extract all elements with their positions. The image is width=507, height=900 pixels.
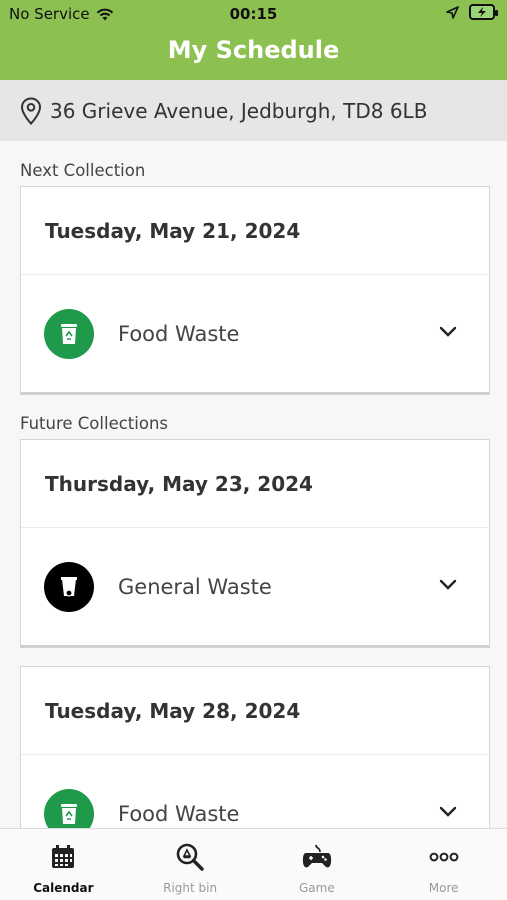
next-collection-label: Next Collection (20, 161, 146, 180)
status-right (446, 4, 498, 20)
tab-more[interactable]: More (380, 829, 507, 900)
future-collection-card: Thursday, May 23, 2024 General Waste (20, 439, 490, 648)
address-bar[interactable]: 36 Grieve Avenue, Jedburgh, TD8 6LB (0, 80, 507, 141)
tab-label: More (428, 881, 459, 895)
chevron-down-icon[interactable] (439, 806, 457, 818)
next-collection-card: Tuesday, May 21, 2024 Food Waste (20, 186, 490, 395)
status-time: 00:15 (229, 5, 278, 23)
future-collections-label: Future Collections (20, 414, 169, 433)
food-waste-bin-icon (44, 308, 94, 359)
chevron-down-icon[interactable] (439, 579, 457, 591)
collection-date: Thursday, May 23, 2024 (21, 440, 489, 528)
tab-game[interactable]: Game (254, 829, 381, 900)
collection-row[interactable]: Food Waste (21, 275, 489, 392)
chevron-down-icon[interactable] (439, 326, 457, 338)
tab-label: Game (299, 881, 335, 895)
tab-bar: Calendar Right bin Game More (0, 828, 507, 900)
general-waste-bin-icon (44, 561, 94, 612)
location-pin-icon (20, 96, 42, 125)
calendar-icon (48, 842, 78, 872)
gamepad-icon (302, 842, 332, 872)
collection-date: Tuesday, May 21, 2024 (21, 187, 489, 275)
bin-type-label: Food Waste (118, 801, 240, 826)
battery-icon (469, 4, 498, 20)
tab-label: Right bin (163, 881, 218, 895)
app-header: No Service 00:15 My Schedule (0, 0, 507, 80)
status-bar: No Service 00:15 (0, 0, 507, 28)
more-icon (429, 842, 459, 872)
collection-row[interactable]: General Waste (21, 528, 489, 645)
bin-type-label: General Waste (118, 574, 272, 599)
location-arrow-icon (446, 5, 459, 19)
bin-type-label: Food Waste (118, 321, 240, 346)
tab-right-bin[interactable]: Right bin (127, 829, 254, 900)
recycle-search-icon (175, 842, 205, 872)
tab-label: Calendar (33, 881, 94, 895)
address-text: 36 Grieve Avenue, Jedburgh, TD8 6LB (50, 98, 428, 123)
page-title: My Schedule (167, 36, 340, 64)
tab-calendar[interactable]: Calendar (0, 829, 127, 900)
collection-date: Tuesday, May 28, 2024 (21, 667, 489, 755)
